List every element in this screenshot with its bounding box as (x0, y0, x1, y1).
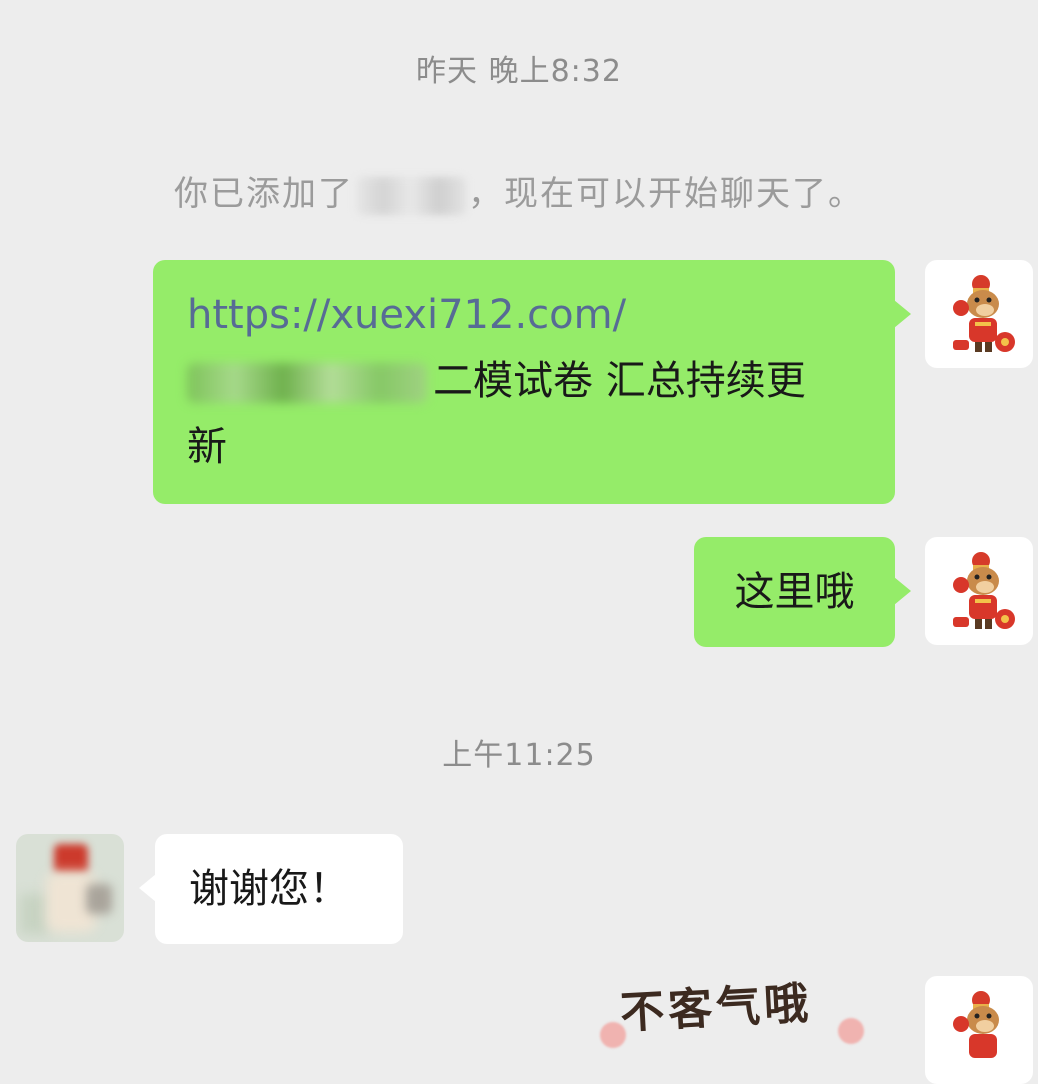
bubble-tail (894, 577, 911, 605)
cartoon-bull-avatar-icon (953, 552, 1015, 629)
system-message-suffix: ，现在可以开始聊天了。 (468, 174, 864, 214)
redacted-link-path (187, 363, 427, 403)
message-text: 谢谢您！ (189, 866, 349, 912)
own-avatar[interactable] (925, 976, 1033, 1084)
sticker-heart (838, 1018, 864, 1044)
timestamp: 上午11:25 (442, 738, 596, 773)
timestamp: 昨天 晚上8:32 (416, 54, 622, 89)
avatar-blur-part (54, 844, 88, 874)
message-text-line: 新 (187, 424, 227, 470)
received-message-bubble[interactable]: 谢谢您！ (139, 834, 403, 944)
redacted-contact-name (356, 176, 466, 215)
contact-avatar[interactable] (16, 834, 124, 942)
message-text-line: 二模试卷 汇总持续更 (187, 348, 861, 414)
bubble-tail (894, 300, 911, 328)
message-link[interactable]: https://xuexi712.com/ (187, 282, 861, 348)
system-message: 你已添加了 ，现在可以开始聊天了。 (0, 166, 1038, 215)
cartoon-bull-avatar-icon (953, 991, 999, 1058)
sticker-text[interactable]: 不客气哦 (618, 967, 813, 1041)
system-message-prefix: 你已添加了 (174, 174, 354, 214)
own-avatar[interactable] (925, 537, 1033, 645)
sent-message-bubble[interactable]: 这里哦 (694, 537, 911, 647)
message-text: 二模试卷 汇总持续更 (433, 358, 806, 404)
own-avatar[interactable] (925, 260, 1033, 368)
avatar-blur-part (86, 884, 112, 914)
bubble-tail (139, 874, 156, 902)
cartoon-bull-avatar-icon (953, 275, 1015, 352)
message-text: 这里哦 (734, 569, 855, 615)
sent-message-bubble[interactable]: https://xuexi712.com/ 二模试卷 汇总持续更 新 (153, 260, 911, 504)
